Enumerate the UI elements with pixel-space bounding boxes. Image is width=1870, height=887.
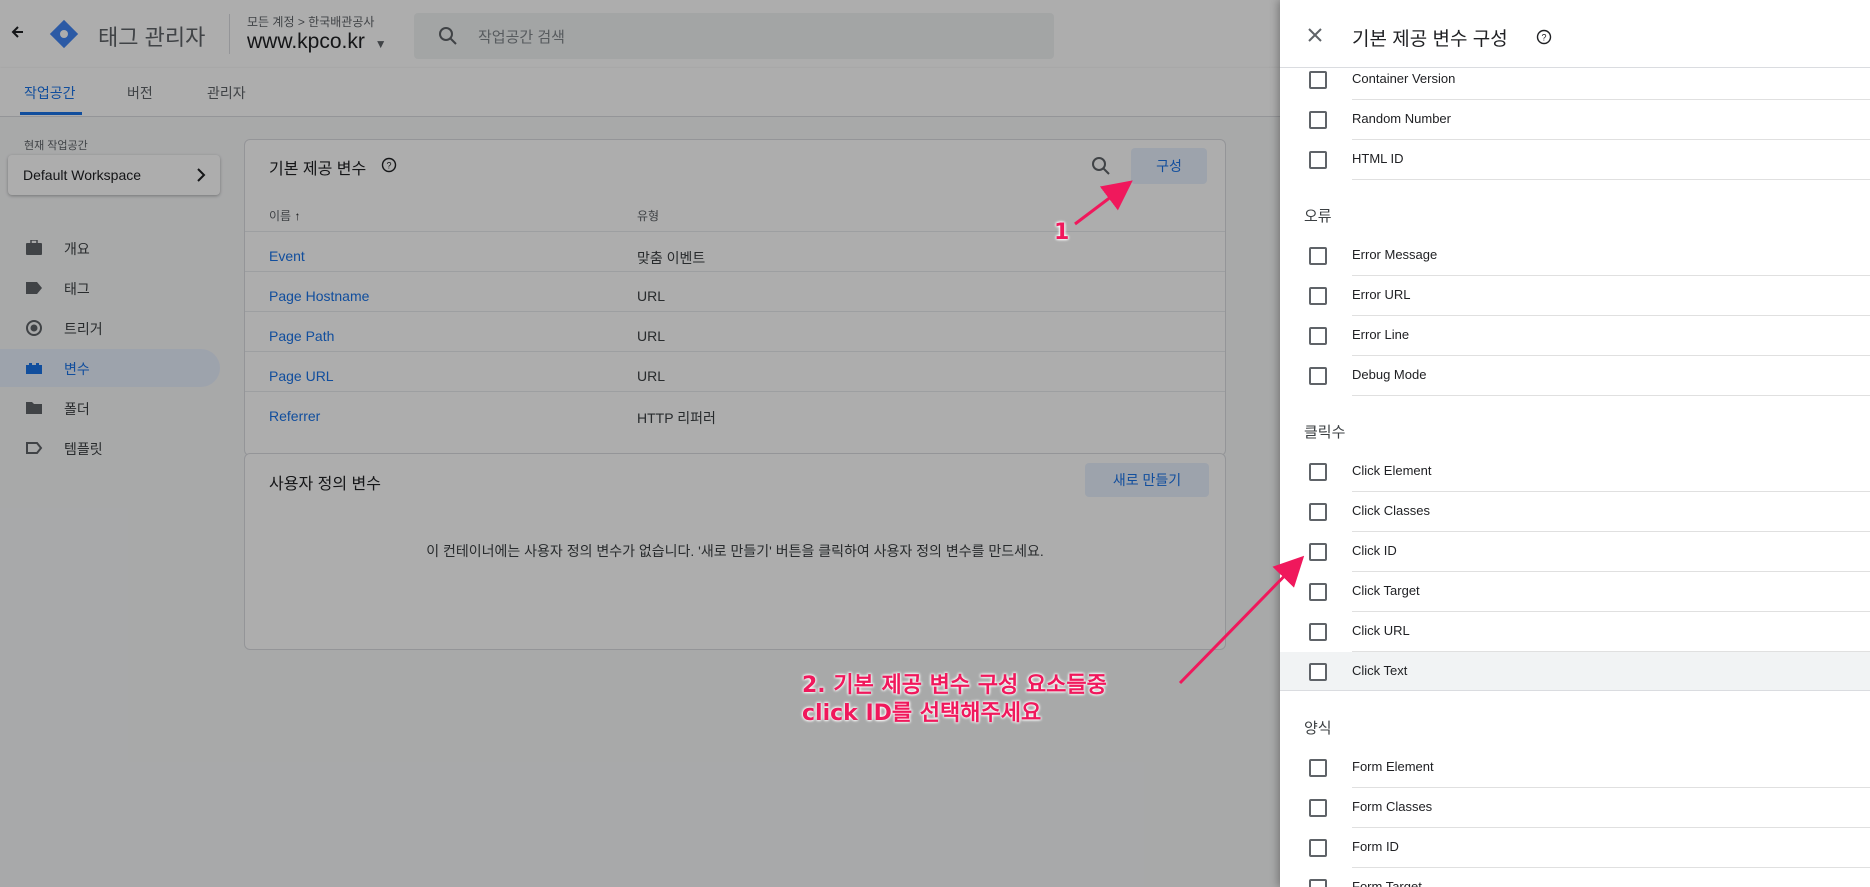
annotation-arrows — [1074, 180, 1305, 685]
annotation-arrow-1 — [1074, 180, 1133, 226]
annotation-step-2-line-1: 2. 기본 제공 변수 구성 요소들중 — [802, 673, 1107, 698]
annotation-step-2: 2. 기본 제공 변수 구성 요소들중 click ID를 선택해주세요 — [802, 672, 1107, 728]
annotation-step-2-line-2: click ID를 선택해주세요 — [802, 701, 1042, 726]
annotation-step-1: 1 — [1054, 220, 1070, 245]
annotation-arrow-2 — [1178, 555, 1305, 685]
